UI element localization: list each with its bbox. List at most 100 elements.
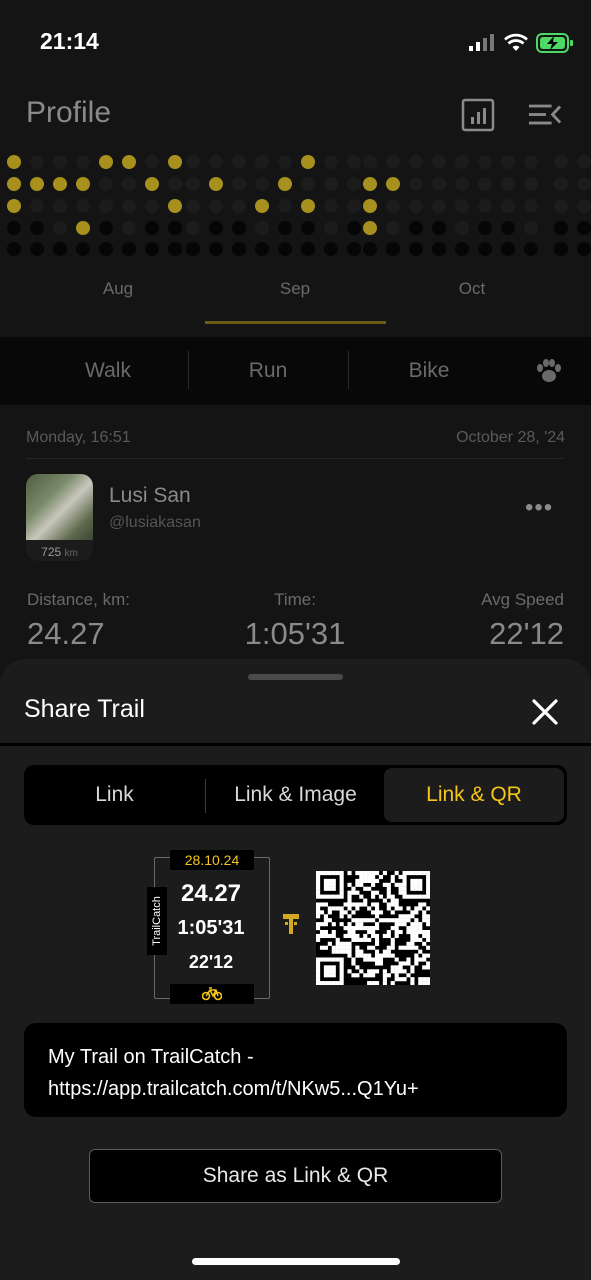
month-label-oct[interactable]: Oct	[459, 279, 485, 299]
calendar-day-dot	[432, 177, 446, 191]
calendar-day-dot	[577, 221, 591, 235]
tab-run[interactable]: Run	[249, 359, 288, 383]
calendar-day-dot	[501, 155, 515, 169]
calendar-day-dot	[301, 199, 315, 213]
activity-type-tabs: Walk Run Bike	[0, 337, 591, 405]
card-time: 1:05'31	[177, 917, 245, 939]
calendar-day-dot	[76, 242, 90, 256]
user-name[interactable]: Lusi San	[109, 484, 191, 508]
calendar-day-dot	[30, 199, 44, 213]
trailcatch-logo-icon	[283, 914, 299, 934]
calendar-day-dot	[455, 177, 469, 191]
calendar-day-dot	[209, 242, 223, 256]
calendar-day-dot	[255, 177, 269, 191]
tab-bike[interactable]: Bike	[409, 359, 450, 383]
tab-walk[interactable]: Walk	[85, 359, 131, 383]
time-label: Time:	[274, 590, 316, 609]
segment-link-qr[interactable]: Link & QR	[384, 768, 564, 822]
sheet-grabber[interactable]	[248, 674, 343, 680]
qr-code-pattern	[316, 871, 431, 986]
calendar-day-dot	[168, 221, 182, 235]
menu-collapse-icon[interactable]	[528, 98, 562, 132]
calendar-day-dot	[7, 242, 21, 256]
calendar-day-dot	[554, 155, 568, 169]
calendar-day-dot	[255, 199, 269, 213]
month-label-sep[interactable]: Sep	[280, 279, 310, 299]
avatar[interactable]: 725 km	[26, 474, 93, 561]
calendar-day-dot	[363, 221, 377, 235]
calendar-day-dot	[363, 177, 377, 191]
calendar-day-dot	[7, 177, 21, 191]
share-mode-segmented-control: Link Link & Image Link & QR	[24, 765, 567, 825]
calendar-day-dot	[301, 177, 315, 191]
calendar-day-dot	[99, 155, 113, 169]
calendar-day-dot	[554, 199, 568, 213]
calendar-day-dot	[301, 242, 315, 256]
close-icon[interactable]	[529, 696, 561, 728]
calendar-day-dot	[524, 155, 538, 169]
card-date: 28.10.24	[170, 850, 254, 870]
calendar-day-dot	[455, 221, 469, 235]
card-speed: 22'12	[188, 952, 234, 972]
calendar-day-dot	[7, 199, 21, 213]
calendar-day-dot	[501, 242, 515, 256]
sheet-title: Share Trail	[24, 695, 145, 723]
calendar-day-dot	[278, 199, 292, 213]
calendar-day-dot	[363, 199, 377, 213]
calendar-day-dot	[409, 177, 423, 191]
calendar-day-dot	[432, 242, 446, 256]
calendar-day-dot	[168, 199, 182, 213]
bar-chart-icon[interactable]	[461, 98, 495, 132]
share-as-link-qr-button[interactable]: Share as Link & QR	[89, 1149, 502, 1203]
activity-calendar-heatmap[interactable]	[0, 152, 591, 262]
calendar-day-dot	[278, 177, 292, 191]
calendar-day-dot	[186, 221, 200, 235]
calendar-day-dot	[386, 199, 400, 213]
calendar-day-dot	[30, 221, 44, 235]
calendar-day-dot	[554, 177, 568, 191]
calendar-day-dot	[347, 242, 361, 256]
calendar-day-dot	[145, 221, 159, 235]
calendar-day-dot	[409, 221, 423, 235]
bike-icon	[202, 987, 222, 1001]
calendar-day-dot	[99, 199, 113, 213]
calendar-day-dot	[524, 221, 538, 235]
calendar-day-dot	[30, 177, 44, 191]
card-footer	[170, 984, 254, 1004]
card-brand: TrailCatch	[147, 887, 167, 955]
calendar-day-dot	[386, 221, 400, 235]
calendar-day-dot	[324, 199, 338, 213]
segment-link[interactable]: Link	[24, 765, 205, 825]
calendar-day-dot	[347, 199, 361, 213]
distance-value: 24.27	[27, 616, 105, 651]
avg-speed-value: 22'12	[489, 616, 564, 651]
calendar-day-dot	[501, 221, 515, 235]
calendar-day-dot	[186, 199, 200, 213]
time-value: 1:05'31	[244, 616, 346, 651]
selected-month-indicator	[205, 321, 386, 324]
more-options-icon[interactable]: •••	[525, 494, 553, 522]
home-indicator[interactable]	[192, 1258, 400, 1265]
month-label-aug[interactable]: Aug	[103, 279, 133, 299]
calendar-day-dot	[554, 242, 568, 256]
calendar-day-dot	[432, 155, 446, 169]
calendar-day-dot	[232, 155, 246, 169]
calendar-day-dot	[524, 242, 538, 256]
divider	[0, 743, 591, 746]
calendar-day-dot	[501, 177, 515, 191]
cellular-signal-icon	[469, 34, 494, 51]
segment-link-image[interactable]: Link & Image	[205, 765, 386, 825]
share-trail-sheet: Share Trail Link Link & Image Link & QR …	[0, 659, 591, 1280]
calendar-day-dot	[278, 155, 292, 169]
calendar-day-dot	[76, 199, 90, 213]
calendar-day-dot	[53, 221, 67, 235]
avg-speed-label: Avg Speed	[481, 590, 564, 609]
avatar-distance: 725 km	[41, 545, 78, 559]
share-link-field[interactable]: My Trail on TrailCatch - https://app.tra…	[24, 1023, 567, 1117]
calendar-day-dot	[347, 221, 361, 235]
calendar-day-dot	[455, 242, 469, 256]
calendar-day-dot	[255, 242, 269, 256]
calendar-day-dot	[168, 155, 182, 169]
calendar-day-dot	[255, 155, 269, 169]
paw-icon[interactable]	[535, 358, 563, 384]
